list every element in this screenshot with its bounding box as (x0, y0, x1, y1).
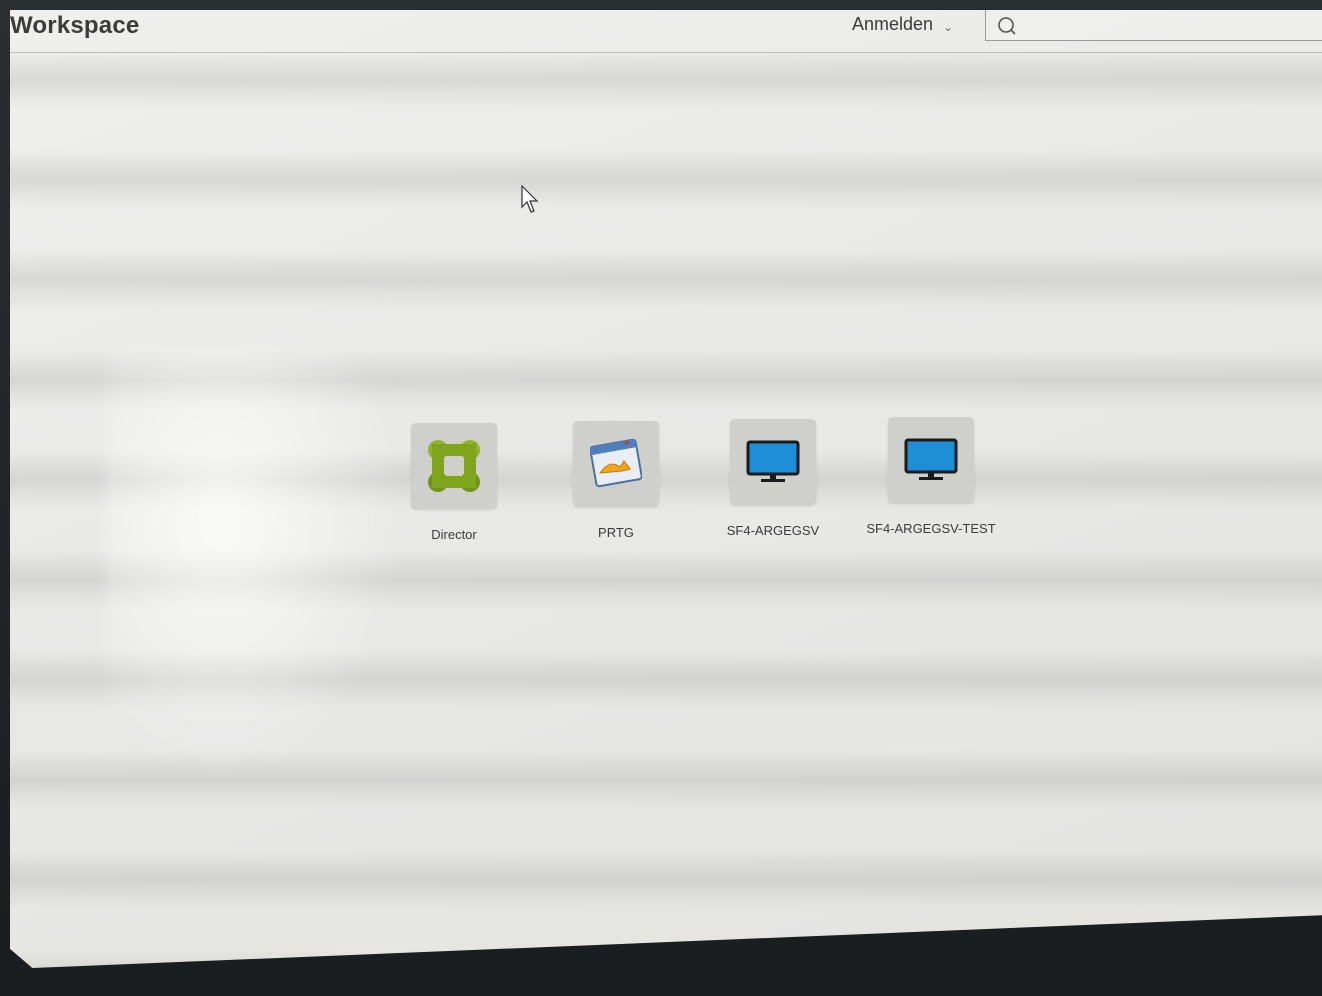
app-grid: Director PRTG SF4-ARGEGSV SF4-ARGEGSV-TE… (10, 10, 1322, 968)
mouse-pointer-icon (521, 185, 539, 213)
prtg-icon (590, 439, 642, 488)
app-director[interactable]: Director (374, 423, 534, 542)
app-tile[interactable] (730, 419, 816, 505)
monitor-icon (904, 438, 958, 480)
workspace-screen: Workspace Anmelden ⌄ Director PRTG SF4-A… (10, 10, 1322, 968)
app-sf4-argegsv-test[interactable]: SF4-ARGEGSV-TEST (851, 417, 1011, 536)
app-label: PRTG (598, 525, 634, 540)
app-tile[interactable] (888, 417, 974, 503)
director-icon (428, 440, 480, 492)
app-tile[interactable] (411, 423, 497, 509)
app-label: Director (431, 527, 477, 542)
monitor-icon (746, 440, 800, 482)
app-label: SF4-ARGEGSV-TEST (866, 521, 996, 536)
app-label: SF4-ARGEGSV (726, 523, 820, 538)
app-sf4-argegsv[interactable]: SF4-ARGEGSV (693, 419, 853, 538)
app-tile[interactable] (573, 421, 659, 507)
app-prtg[interactable]: PRTG (536, 421, 696, 540)
